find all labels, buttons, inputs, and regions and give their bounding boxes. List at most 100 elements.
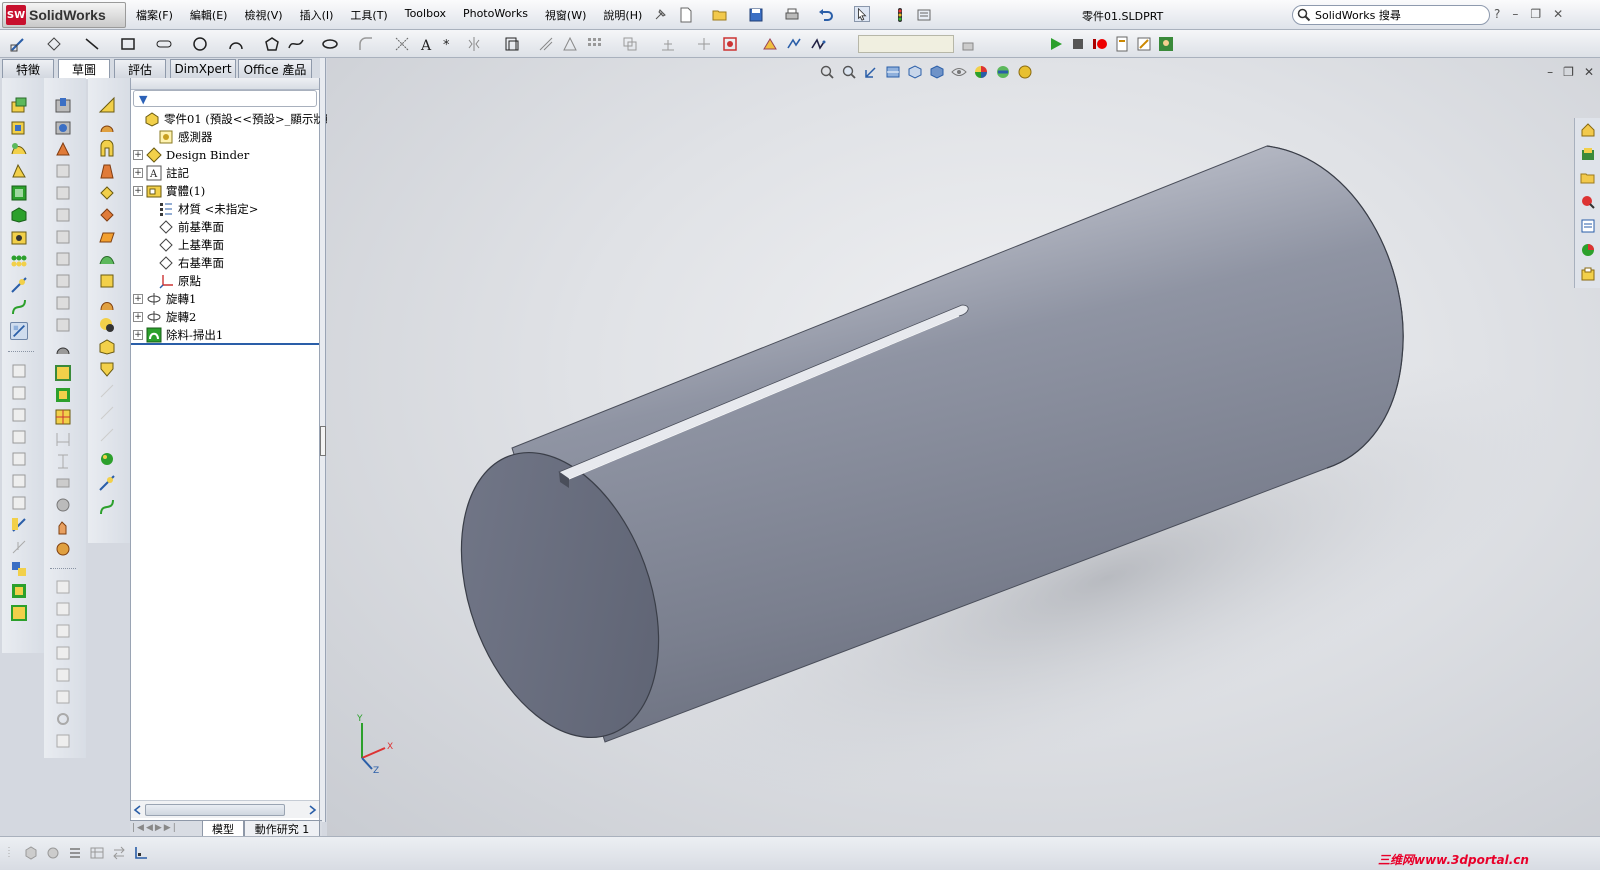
repair-sketch-icon[interactable] <box>722 36 738 52</box>
swap-icon[interactable] <box>112 846 126 860</box>
replace-face-icon[interactable] <box>98 338 116 356</box>
surface-body-icon[interactable] <box>54 386 72 404</box>
ellipse-icon[interactable] <box>322 36 338 52</box>
fillet-feature-icon[interactable] <box>54 206 72 224</box>
pin-icon[interactable] <box>652 7 668 23</box>
expand-toggle[interactable]: + <box>133 330 143 340</box>
grid-feature-icon[interactable] <box>54 408 72 426</box>
boundary-cut-icon[interactable] <box>54 184 72 202</box>
spline-icon[interactable] <box>288 36 304 52</box>
tab-model[interactable]: 模型 <box>202 821 244 837</box>
polygon-icon[interactable] <box>264 36 280 52</box>
expand-toggle[interactable]: + <box>133 312 143 322</box>
text-icon[interactable]: A <box>418 36 434 52</box>
slot-icon[interactable] <box>156 36 172 52</box>
chamfer-boss-icon[interactable] <box>98 118 116 136</box>
rebuild-icon[interactable] <box>892 7 908 23</box>
point-icon[interactable]: * <box>440 36 456 52</box>
close-button[interactable]: ✕ <box>1553 7 1563 21</box>
open-folder-icon[interactable] <box>712 7 728 23</box>
extruded-cut-icon[interactable] <box>54 96 72 114</box>
draft-icon[interactable] <box>10 384 28 402</box>
help-button[interactable]: ? <box>1494 7 1500 21</box>
menu-file[interactable]: 檔案(F) <box>136 7 173 23</box>
rapid-sketch-icon[interactable] <box>786 36 802 52</box>
link-icon[interactable] <box>54 732 72 750</box>
options-icon[interactable] <box>916 7 932 23</box>
arc-icon[interactable] <box>228 36 244 52</box>
menu-window[interactable]: 視窗(W) <box>545 7 586 23</box>
expand-toggle[interactable]: + <box>133 150 143 160</box>
sphere-icon[interactable] <box>54 496 72 514</box>
new-macro-icon[interactable] <box>1114 36 1130 52</box>
select-pointer-icon[interactable] <box>854 6 870 22</box>
cut-with-surface-icon[interactable] <box>98 382 116 400</box>
tree-item-annotations[interactable]: + A 註記 <box>133 164 189 182</box>
mold-tools-icon[interactable] <box>54 622 72 640</box>
tree-item-cut-sweep1[interactable]: + 除料-掃出1 <box>133 326 223 344</box>
scrollbar-thumb[interactable] <box>145 804 285 816</box>
lofted-cut-icon[interactable] <box>54 162 72 180</box>
wrap-boss-icon[interactable] <box>98 206 116 224</box>
rib-feature-icon[interactable] <box>98 140 116 158</box>
quick-snaps-icon[interactable] <box>696 36 712 52</box>
undo-icon[interactable] <box>818 7 834 23</box>
expand-toggle[interactable]: + <box>133 186 143 196</box>
menu-tools[interactable]: 工具(T) <box>350 7 387 23</box>
rib-icon[interactable] <box>10 406 28 424</box>
boundary-boss-icon[interactable] <box>10 184 28 202</box>
mirror-icon[interactable] <box>466 36 482 52</box>
tree-item-right-plane[interactable]: 右基準面 <box>145 254 224 272</box>
draft-boss-icon[interactable] <box>98 162 116 180</box>
vertical-dimension-icon[interactable] <box>54 452 72 470</box>
flex-icon[interactable] <box>10 472 28 490</box>
rollback-bar[interactable] <box>131 343 319 345</box>
thread-icon[interactable] <box>54 340 72 358</box>
configuration-dropdown[interactable] <box>858 35 954 53</box>
tab-office-products[interactable]: Office 產品 <box>238 59 312 78</box>
circle-icon[interactable] <box>192 36 208 52</box>
curves-icon[interactable] <box>10 298 28 316</box>
panel-splitter[interactable] <box>320 58 326 822</box>
circular-pattern-icon[interactable] <box>54 316 72 334</box>
axes-icon[interactable] <box>134 846 148 860</box>
menu-toolbox[interactable]: Toolbox <box>405 7 446 23</box>
restore-button[interactable]: ❐ <box>1530 7 1541 21</box>
solid-body-icon[interactable] <box>54 364 72 382</box>
pattern-icon[interactable] <box>586 36 602 52</box>
minimize-button[interactable]: – <box>1512 7 1518 21</box>
line-icon[interactable] <box>84 36 100 52</box>
sketch-point-icon[interactable] <box>10 538 28 556</box>
assembly-tools-icon[interactable] <box>54 688 72 706</box>
tree-item-front-plane[interactable]: 前基準面 <box>145 218 224 236</box>
save-icon[interactable] <box>748 7 764 23</box>
play-macro-icon[interactable] <box>1048 36 1064 52</box>
wrap-icon[interactable] <box>10 450 28 468</box>
move-entities-icon[interactable] <box>622 36 638 52</box>
scroll-right-icon[interactable] <box>309 805 317 815</box>
record-macro-icon[interactable] <box>1092 36 1108 52</box>
tree-item-design-binder[interactable]: + Design Binder <box>133 146 249 164</box>
print-icon[interactable] <box>784 7 800 23</box>
collapse-panel-handle[interactable] <box>320 426 326 456</box>
tree-horizontal-scrollbar[interactable] <box>131 800 319 818</box>
lock-icon[interactable] <box>960 36 976 52</box>
graphics-area[interactable]: – ❐ ✕ Y X Z <box>327 58 1600 836</box>
tree-item-top-plane[interactable]: 上基準面 <box>145 236 224 254</box>
reference-point-icon[interactable] <box>98 474 116 492</box>
swept-boss-icon[interactable] <box>10 140 28 158</box>
tab-features[interactable]: 特徵 <box>2 59 54 78</box>
tree-item-solid-bodies[interactable]: + 實體(1) <box>133 182 205 200</box>
design-library-icon[interactable] <box>1580 146 1596 162</box>
feature-manager-tab-strip[interactable] <box>131 78 319 90</box>
home-icon[interactable] <box>1580 122 1596 138</box>
chamfer-icon[interactable] <box>54 228 72 246</box>
tree-item-sensors[interactable]: 感測器 <box>145 128 213 146</box>
tree-item-revolve1[interactable]: + 旋轉1 <box>133 290 196 308</box>
convert-entities-icon[interactable] <box>538 36 554 52</box>
smart-dimension-icon[interactable] <box>46 36 62 52</box>
model-render[interactable] <box>327 58 1600 836</box>
delete-face-icon[interactable] <box>98 316 116 334</box>
menu-insert[interactable]: 插入(I) <box>300 7 334 23</box>
expand-toggle[interactable]: + <box>133 294 143 304</box>
